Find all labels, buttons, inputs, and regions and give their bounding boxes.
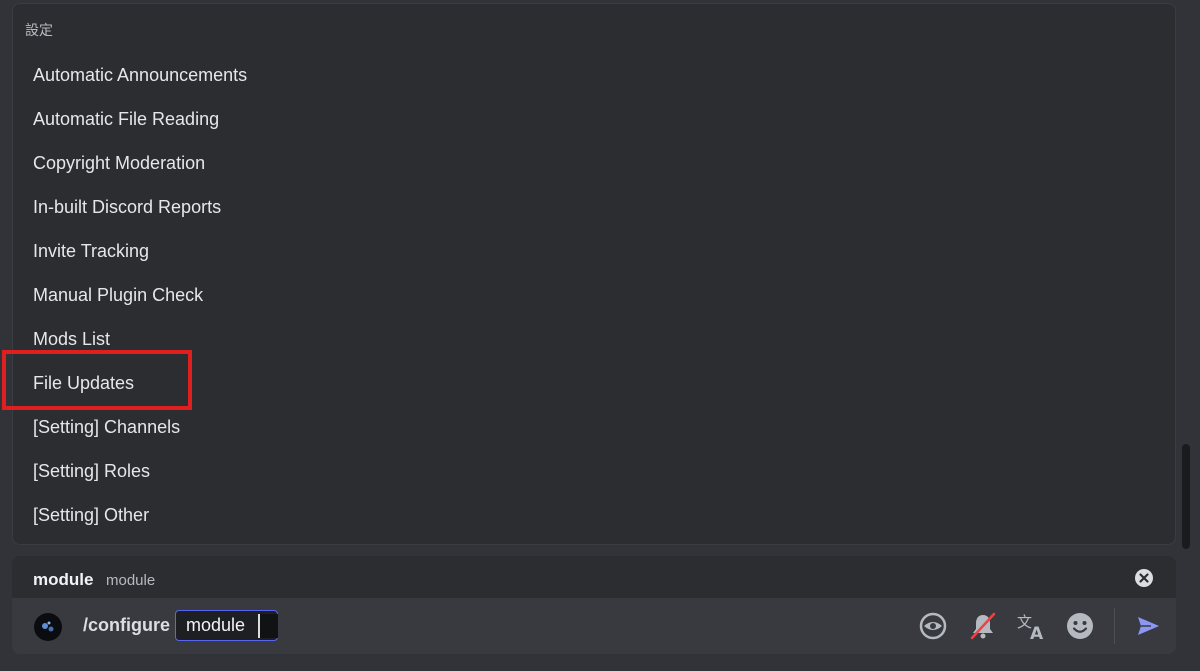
bot-logo-icon: [42, 621, 54, 632]
message-composer[interactable]: /configure module 文 A: [12, 598, 1176, 654]
option-invite-tracking[interactable]: Invite Tracking: [33, 238, 149, 264]
section-title: 設定: [25, 23, 53, 39]
option-setting-channels[interactable]: [Setting] Channels: [33, 414, 180, 440]
option-manual-plugin-check[interactable]: Manual Plugin Check: [33, 282, 203, 308]
option-pill-label: module: [186, 615, 246, 635]
option-setting-other[interactable]: [Setting] Other: [33, 502, 149, 528]
bell-slash-icon[interactable]: [967, 610, 999, 642]
option-in-built-discord-reports[interactable]: In-built Discord Reports: [33, 194, 221, 220]
param-name: module: [33, 570, 94, 589]
option-automatic-announcements[interactable]: Automatic Announcements: [33, 62, 247, 88]
svg-text:A: A: [1030, 624, 1044, 642]
eye-icon[interactable]: [917, 610, 949, 642]
autocomplete-popup: 設定 Automatic Announcements Automatic Fil…: [12, 3, 1176, 545]
divider: [1114, 608, 1115, 644]
param-description: module: [106, 572, 156, 589]
parameter-hint: module module: [12, 556, 1176, 598]
option-mods-list[interactable]: Mods List: [33, 326, 110, 352]
command-option-pill[interactable]: module: [175, 610, 278, 641]
scrollbar[interactable]: [1182, 444, 1190, 549]
option-setting-roles[interactable]: [Setting] Roles: [33, 458, 150, 484]
send-icon[interactable]: [1132, 610, 1164, 642]
slash-command: /configure: [83, 615, 171, 635]
emoji-icon[interactable]: [1064, 610, 1096, 642]
option-automatic-file-reading[interactable]: Automatic File Reading: [33, 106, 219, 132]
highlight-box: [2, 350, 192, 410]
option-value-input[interactable]: [258, 614, 278, 638]
bot-avatar: [34, 613, 62, 641]
translate-icon[interactable]: 文 A: [1015, 610, 1047, 642]
close-circle-icon[interactable]: [1134, 568, 1154, 588]
option-copyright-moderation[interactable]: Copyright Moderation: [33, 150, 205, 176]
